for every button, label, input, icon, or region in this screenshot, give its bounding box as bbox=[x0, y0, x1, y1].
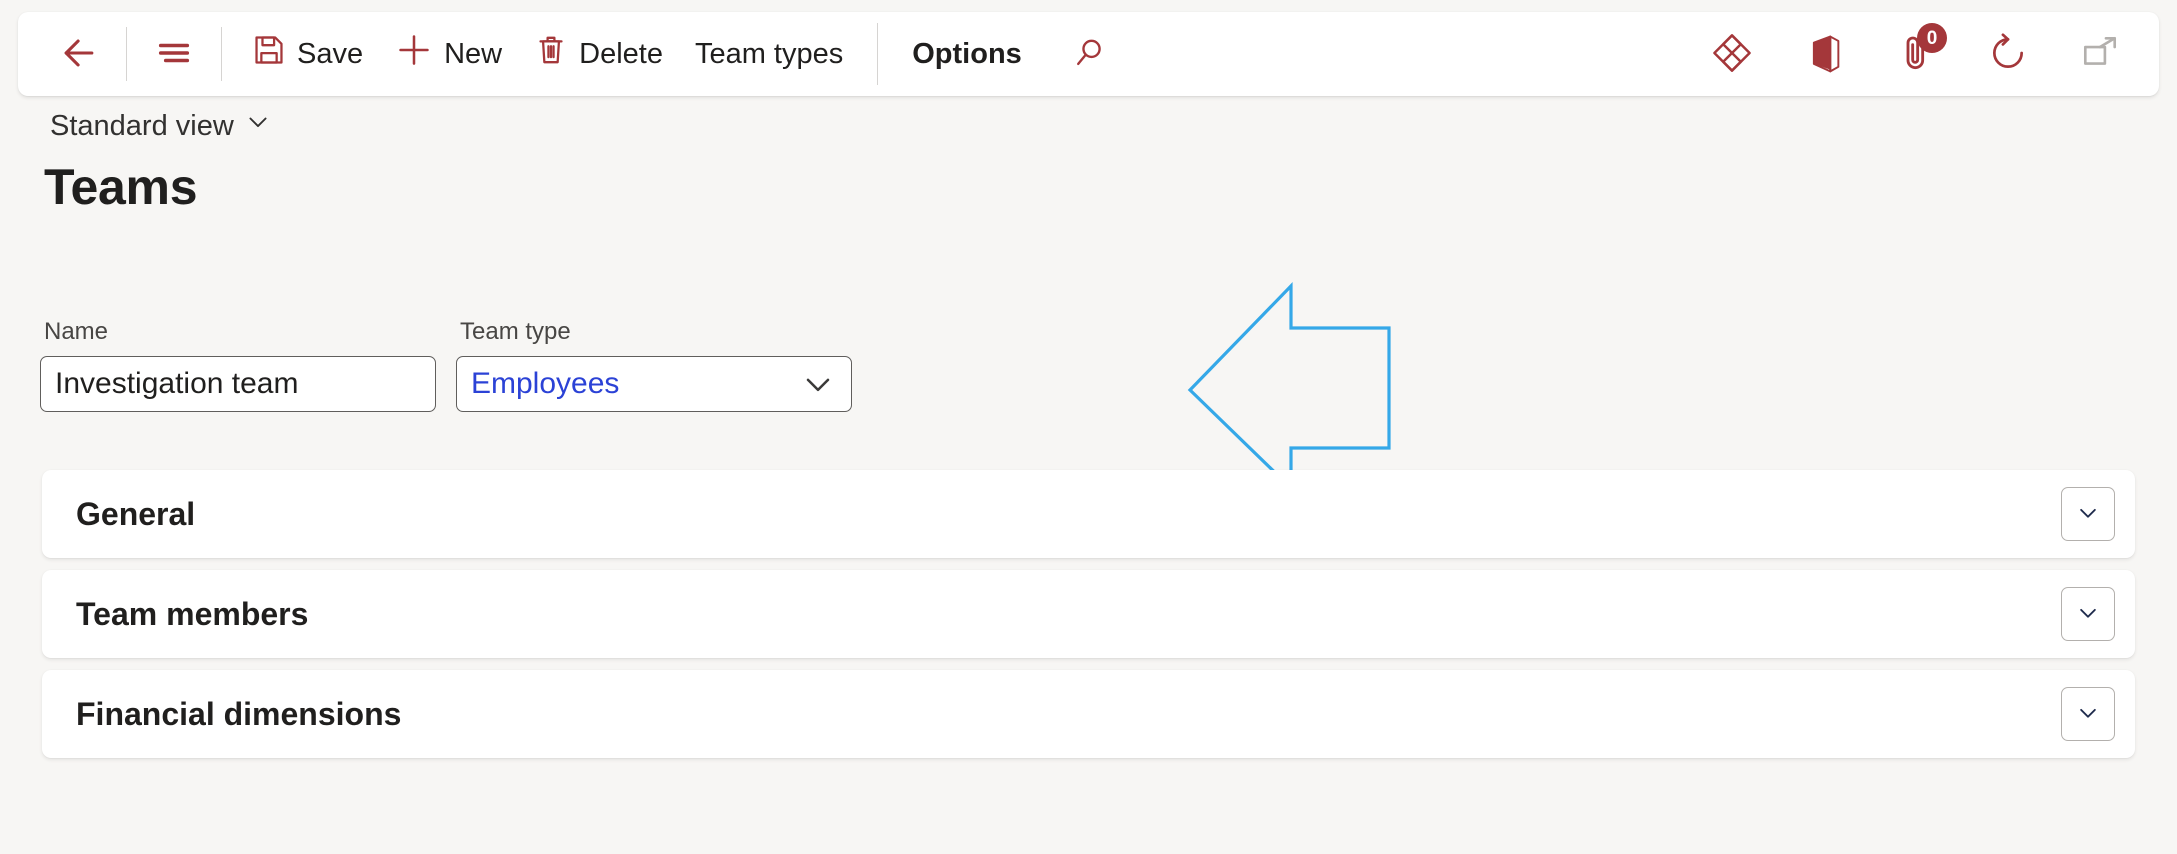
office-app-button[interactable] bbox=[1791, 21, 1857, 87]
refresh-button[interactable] bbox=[1975, 21, 2041, 87]
open-in-new-window-icon bbox=[2079, 32, 2121, 77]
section-team-members-expand-button[interactable] bbox=[2061, 587, 2115, 641]
team-type-field-label: Team type bbox=[460, 318, 571, 345]
page-title: Teams bbox=[44, 159, 198, 215]
chevron-down-icon bbox=[2073, 498, 2103, 531]
power-apps-diamond-icon bbox=[1710, 31, 1754, 78]
command-bar-right-group: 0 bbox=[1699, 12, 2133, 96]
arrow-left-icon bbox=[57, 31, 101, 78]
save-icon bbox=[252, 33, 286, 75]
team-types-button[interactable]: Team types bbox=[679, 26, 859, 82]
section-financial-dimensions-expand-button[interactable] bbox=[2061, 687, 2115, 741]
app-root: Save New Delete Team types Options 0 Sta… bbox=[0, 0, 2177, 854]
field-team-type: Team type bbox=[456, 318, 852, 412]
save-button[interactable]: Save bbox=[236, 26, 379, 82]
section-general-title: General bbox=[76, 495, 196, 532]
power-apps-button[interactable] bbox=[1699, 21, 1765, 87]
field-name: Name bbox=[40, 318, 436, 412]
back-button[interactable] bbox=[46, 21, 112, 87]
refresh-icon bbox=[1987, 32, 2029, 77]
chevron-down-icon bbox=[2073, 598, 2103, 631]
team-types-button-label: Team types bbox=[694, 37, 844, 70]
attachments-count-badge: 0 bbox=[1917, 23, 1947, 53]
command-bar: Save New Delete Team types Options 0 bbox=[18, 12, 2159, 96]
chevron-down-icon bbox=[2073, 698, 2103, 731]
team-type-combobox[interactable] bbox=[456, 356, 852, 412]
trash-icon bbox=[534, 33, 568, 75]
annotation-arrow-left bbox=[1187, 282, 1391, 492]
page-header: Standard view Teams bbox=[44, 104, 278, 216]
section-team-members[interactable]: Team members bbox=[42, 570, 2135, 658]
form-fields: Name Team type bbox=[40, 318, 852, 412]
search-button[interactable] bbox=[1056, 21, 1122, 87]
save-button-label: Save bbox=[297, 37, 364, 70]
name-input[interactable] bbox=[40, 356, 436, 412]
team-type-input[interactable] bbox=[456, 356, 852, 412]
plus-icon bbox=[395, 31, 433, 77]
section-financial-dimensions-title: Financial dimensions bbox=[76, 695, 402, 732]
search-icon bbox=[1070, 34, 1108, 75]
hamburger-menu-icon bbox=[154, 33, 194, 76]
section-general-expand-button[interactable] bbox=[2061, 487, 2115, 541]
new-button-label: New bbox=[444, 37, 503, 70]
attachments-button[interactable]: 0 bbox=[1883, 21, 1949, 87]
office-app-icon bbox=[1803, 32, 1845, 77]
toolbar-divider bbox=[221, 27, 222, 81]
delete-button[interactable]: Delete bbox=[518, 26, 679, 82]
collapsible-sections: General Team members Financial dimension… bbox=[42, 470, 2135, 770]
view-selector[interactable]: Standard view bbox=[44, 104, 278, 148]
view-selector-label: Standard view bbox=[50, 109, 234, 142]
toolbar-divider bbox=[126, 27, 127, 81]
command-bar-left-group: Save New Delete Team types Options bbox=[46, 12, 1122, 96]
name-field-label: Name bbox=[44, 318, 109, 345]
chevron-down-icon bbox=[244, 108, 272, 144]
show-hide-navigation-pane-button[interactable] bbox=[141, 21, 207, 87]
section-financial-dimensions[interactable]: Financial dimensions bbox=[42, 670, 2135, 758]
delete-button-label: Delete bbox=[579, 37, 663, 70]
options-button-label: Options bbox=[912, 37, 1022, 70]
toolbar-divider bbox=[877, 23, 879, 85]
section-general[interactable]: General bbox=[42, 470, 2135, 558]
section-team-members-title: Team members bbox=[76, 595, 309, 632]
options-button[interactable]: Options bbox=[896, 26, 1038, 82]
open-in-new-window-button[interactable] bbox=[2067, 21, 2133, 87]
new-button[interactable]: New bbox=[379, 26, 518, 82]
